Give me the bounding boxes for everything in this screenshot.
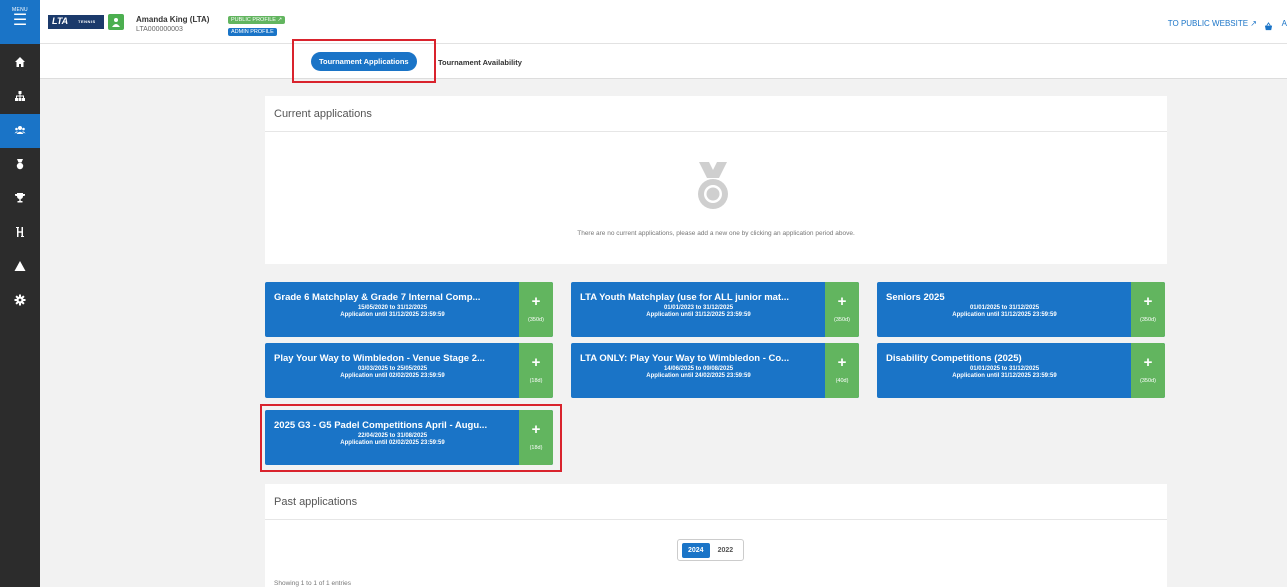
card-dates: 03/03/2025 to 25/05/2025 [357, 366, 428, 372]
card-dates: 14/06/2025 to 09/08/2025 [663, 366, 734, 372]
card-dates: 01/01/2025 to 31/12/2025 [969, 305, 1040, 311]
add-application-button[interactable]: + (18d) [519, 343, 553, 398]
sidebar-item-trophy[interactable] [0, 182, 40, 216]
application-period-card[interactable]: Disability Competitions (2025) 01/01/202… [877, 343, 1165, 398]
user-icon [112, 18, 120, 27]
user-name: Amanda King (LTA) [136, 15, 210, 24]
plus-icon: + [837, 293, 847, 310]
sitemap-icon [14, 90, 26, 105]
sidebar-item-medal[interactable] [0, 148, 40, 182]
application-period-card[interactable]: Play Your Way to Wimbledon - Venue Stage… [265, 343, 553, 398]
card-deadline: Application until 31/12/2025 23:59:59 [340, 312, 445, 318]
medal-icon [14, 158, 26, 173]
sidebar-item-draws[interactable] [0, 216, 40, 250]
public-website-link[interactable]: TO PUBLIC WEBSITE ↗ [1168, 19, 1257, 28]
add-application-button[interactable]: + (350d) [519, 282, 553, 337]
card-body: LTA Youth Matchplay (use for ALL junior … [571, 282, 825, 337]
bracket-icon [14, 226, 26, 241]
current-applications-panel: Current applications There are no curren… [265, 96, 1167, 264]
sidebar-item-alerts[interactable] [0, 250, 40, 284]
past-applications-title: Past applications [265, 484, 1167, 520]
card-body: Disability Competitions (2025) 01/01/202… [877, 343, 1131, 398]
year-selector: 2024 2022 [677, 539, 745, 561]
card-title: LTA Youth Matchplay (use for ALL junior … [580, 292, 790, 303]
tab-tournament-availability-label: Tournament Availability [438, 58, 522, 67]
days-remaining: (350d) [834, 317, 850, 323]
basket-icon[interactable] [1264, 18, 1273, 31]
plus-icon: + [1143, 293, 1153, 310]
plus-icon: + [1143, 354, 1153, 371]
plus-icon: + [531, 354, 541, 371]
days-remaining: (40d) [835, 378, 849, 384]
hamburger-icon: ☰ [12, 12, 28, 29]
users-icon [14, 124, 26, 139]
medal-icon [695, 162, 731, 212]
avatar[interactable] [108, 14, 124, 30]
card-body: Grade 6 Matchplay & Grade 7 Internal Com… [265, 282, 519, 337]
user-id: LTA000000003 [136, 26, 183, 33]
plus-icon: + [531, 293, 541, 310]
truncated-link[interactable]: A [1282, 19, 1287, 28]
highlight-box-card [260, 404, 562, 472]
add-application-button[interactable]: + (350d) [1131, 282, 1165, 337]
sidebar-item-settings[interactable] [0, 284, 40, 318]
logo-text: LTA [52, 16, 69, 26]
logo-subtext: TENNIS [78, 19, 96, 24]
days-remaining: (350d) [1140, 378, 1156, 384]
entries-count: Showing 1 to 1 of 1 entries [274, 580, 351, 587]
card-deadline: Application until 31/12/2025 23:59:59 [646, 312, 751, 318]
public-profile-link[interactable]: PUBLIC PROFILE ↗ [228, 16, 286, 24]
plus-icon: + [837, 354, 847, 371]
application-period-card[interactable]: LTA Youth Matchplay (use for ALL junior … [571, 282, 859, 337]
card-title: Seniors 2025 [886, 292, 945, 303]
application-period-card[interactable]: Seniors 2025 01/01/2025 to 31/12/2025 Ap… [877, 282, 1165, 337]
trophy-icon [14, 192, 26, 207]
days-remaining: (18d) [529, 378, 543, 384]
sidebar-item-users[interactable] [0, 114, 40, 148]
top-bar: LTA TENNIS Amanda King (LTA) LTA00000000… [40, 0, 1287, 44]
card-dates: 01/01/2023 to 31/12/2025 [663, 305, 734, 311]
card-title: Grade 6 Matchplay & Grade 7 Internal Com… [274, 292, 481, 303]
card-deadline: Application until 24/02/2025 23:59:59 [646, 373, 751, 379]
lta-logo[interactable]: LTA TENNIS [48, 15, 104, 29]
year-button-2022[interactable]: 2022 [712, 543, 740, 558]
card-body: LTA ONLY: Play Your Way to Wimbledon - C… [571, 343, 825, 398]
sidebar-item-home[interactable] [0, 46, 40, 80]
add-application-button[interactable]: + (350d) [1131, 343, 1165, 398]
current-applications-title: Current applications [265, 96, 1167, 132]
highlight-box-tab [292, 39, 436, 83]
gear-icon [14, 294, 26, 309]
add-application-button[interactable]: + (40d) [825, 343, 859, 398]
tab-tournament-availability[interactable]: Tournament Availability [438, 58, 528, 67]
card-deadline: Application until 31/12/2025 23:59:59 [952, 373, 1057, 379]
card-dates: 15/05/2020 to 31/12/2025 [357, 305, 428, 311]
year-button-2024[interactable]: 2024 [682, 542, 710, 558]
card-deadline: Application until 02/02/2025 23:59:59 [340, 373, 445, 379]
past-applications-panel: Past applications 2024 2022 Showing 1 to… [265, 484, 1167, 587]
card-title: Disability Competitions (2025) [886, 353, 1022, 364]
application-period-card[interactable]: LTA ONLY: Play Your Way to Wimbledon - C… [571, 343, 859, 398]
card-body: Play Your Way to Wimbledon - Venue Stage… [265, 343, 519, 398]
add-application-button[interactable]: + (350d) [825, 282, 859, 337]
application-period-card[interactable]: Grade 6 Matchplay & Grade 7 Internal Com… [265, 282, 553, 337]
card-body: Seniors 2025 01/01/2025 to 31/12/2025 Ap… [877, 282, 1131, 337]
home-icon [14, 56, 26, 71]
menu-button[interactable]: MENU ☰ [0, 0, 40, 44]
tab-bar: Tournament Applications Tournament Avail… [40, 44, 1287, 79]
sidebar: MENU ☰ [0, 0, 40, 587]
admin-profile-link[interactable]: ADMIN PROFILE [228, 28, 277, 36]
sidebar-item-structure[interactable] [0, 80, 40, 114]
card-title: Play Your Way to Wimbledon - Venue Stage… [274, 353, 485, 364]
empty-message: There are no current applications, pleas… [577, 230, 855, 237]
card-deadline: Application until 31/12/2025 23:59:59 [952, 312, 1057, 318]
card-dates: 01/01/2025 to 31/12/2025 [969, 366, 1040, 372]
card-title: LTA ONLY: Play Your Way to Wimbledon - C… [580, 353, 790, 364]
days-remaining: (350d) [1140, 317, 1156, 323]
warning-icon [14, 260, 26, 275]
days-remaining: (350d) [528, 317, 544, 323]
